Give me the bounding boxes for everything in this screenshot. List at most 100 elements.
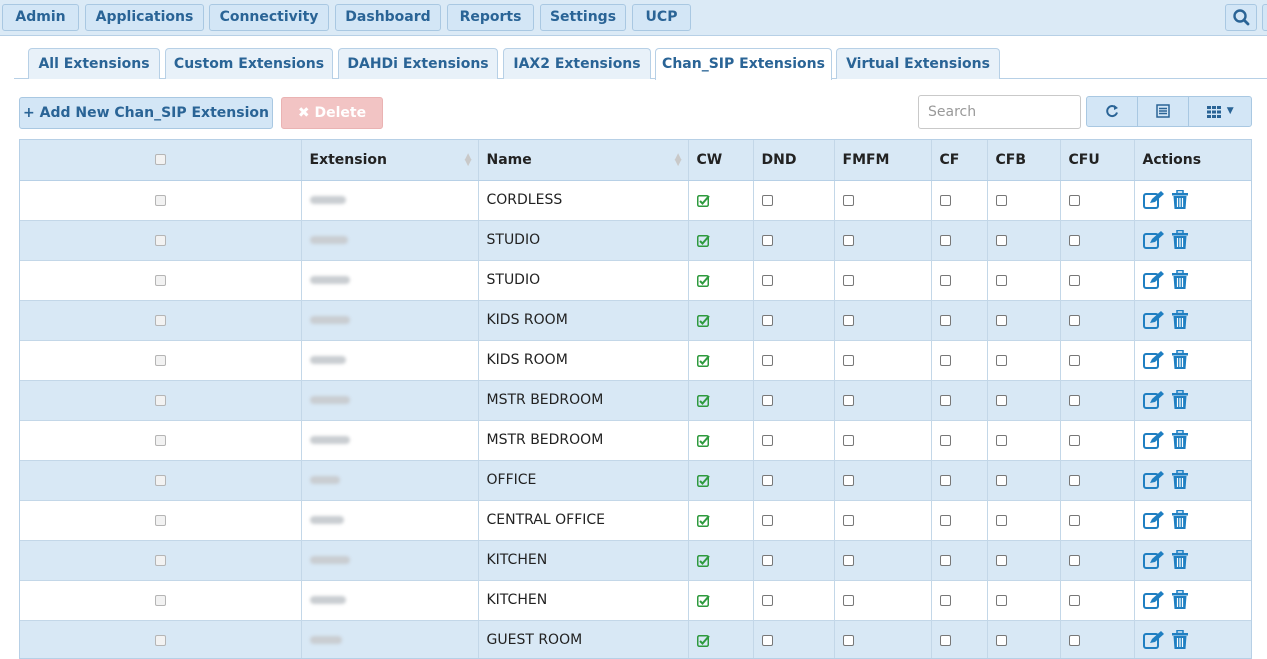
checked-checkbox-icon[interactable] bbox=[696, 514, 710, 527]
row-select-checkbox[interactable] bbox=[154, 394, 166, 406]
nav-ucp[interactable]: UCP bbox=[632, 4, 691, 31]
edit-icon[interactable] bbox=[1142, 230, 1165, 250]
cfu-checkbox[interactable] bbox=[1068, 434, 1080, 446]
dnd-checkbox[interactable] bbox=[761, 234, 773, 246]
dnd-checkbox[interactable] bbox=[761, 354, 773, 366]
trash-icon[interactable] bbox=[1171, 630, 1189, 650]
trash-icon[interactable] bbox=[1171, 190, 1189, 210]
dnd-checkbox[interactable] bbox=[761, 274, 773, 286]
cfu-checkbox[interactable] bbox=[1068, 354, 1080, 366]
cfb-checkbox[interactable] bbox=[995, 554, 1007, 566]
cfb-checkbox[interactable] bbox=[995, 194, 1007, 206]
cf-checkbox[interactable] bbox=[939, 194, 951, 206]
fmfm-checkbox[interactable] bbox=[842, 434, 854, 446]
row-select-checkbox[interactable] bbox=[154, 234, 166, 246]
dnd-checkbox[interactable] bbox=[761, 314, 773, 326]
edit-icon[interactable] bbox=[1142, 550, 1165, 570]
tab-custom-extensions[interactable]: Custom Extensions bbox=[165, 48, 333, 79]
fmfm-checkbox[interactable] bbox=[842, 474, 854, 486]
add-extension-button[interactable]: + Add New Chan_SIP Extension bbox=[19, 97, 273, 129]
cf-checkbox[interactable] bbox=[939, 394, 951, 406]
cf-checkbox[interactable] bbox=[939, 234, 951, 246]
trash-icon[interactable] bbox=[1171, 470, 1189, 490]
dnd-checkbox[interactable] bbox=[761, 474, 773, 486]
edit-icon[interactable] bbox=[1142, 430, 1165, 450]
checked-checkbox-icon[interactable] bbox=[696, 594, 710, 607]
edit-icon[interactable] bbox=[1142, 630, 1165, 650]
cfb-checkbox[interactable] bbox=[995, 434, 1007, 446]
edit-icon[interactable] bbox=[1142, 390, 1165, 410]
dnd-checkbox[interactable] bbox=[761, 514, 773, 526]
edit-icon[interactable] bbox=[1142, 190, 1165, 210]
row-select-checkbox[interactable] bbox=[154, 434, 166, 446]
trash-icon[interactable] bbox=[1171, 350, 1189, 370]
nav-admin[interactable]: Admin bbox=[2, 4, 79, 31]
fmfm-checkbox[interactable] bbox=[842, 234, 854, 246]
fmfm-checkbox[interactable] bbox=[842, 274, 854, 286]
cfb-checkbox[interactable] bbox=[995, 634, 1007, 646]
cf-checkbox[interactable] bbox=[939, 594, 951, 606]
fmfm-checkbox[interactable] bbox=[842, 594, 854, 606]
edit-icon[interactable] bbox=[1142, 470, 1165, 490]
cfu-checkbox[interactable] bbox=[1068, 314, 1080, 326]
cfu-checkbox[interactable] bbox=[1068, 394, 1080, 406]
cf-checkbox[interactable] bbox=[939, 634, 951, 646]
row-select-checkbox[interactable] bbox=[154, 554, 166, 566]
row-select-checkbox[interactable] bbox=[154, 514, 166, 526]
nav-connectivity[interactable]: Connectivity bbox=[209, 4, 329, 31]
fmfm-checkbox[interactable] bbox=[842, 314, 854, 326]
edit-icon[interactable] bbox=[1142, 350, 1165, 370]
dnd-checkbox[interactable] bbox=[761, 554, 773, 566]
checked-checkbox-icon[interactable] bbox=[696, 194, 710, 207]
cf-checkbox[interactable] bbox=[939, 514, 951, 526]
edit-icon[interactable] bbox=[1142, 510, 1165, 530]
row-select-checkbox[interactable] bbox=[154, 194, 166, 206]
cfu-checkbox[interactable] bbox=[1068, 234, 1080, 246]
cfu-checkbox[interactable] bbox=[1068, 474, 1080, 486]
tab-all-extensions[interactable]: All Extensions bbox=[28, 48, 160, 79]
nav-reports[interactable]: Reports bbox=[447, 4, 534, 31]
delete-button[interactable]: ✖ Delete bbox=[281, 97, 383, 129]
search-input[interactable] bbox=[918, 95, 1081, 129]
dnd-checkbox[interactable] bbox=[761, 194, 773, 206]
nav-dashboard[interactable]: Dashboard bbox=[335, 4, 441, 31]
cfb-checkbox[interactable] bbox=[995, 514, 1007, 526]
trash-icon[interactable] bbox=[1171, 430, 1189, 450]
cf-checkbox[interactable] bbox=[939, 314, 951, 326]
checked-checkbox-icon[interactable] bbox=[696, 554, 710, 567]
cf-checkbox[interactable] bbox=[939, 274, 951, 286]
checked-checkbox-icon[interactable] bbox=[696, 434, 710, 447]
cfu-checkbox[interactable] bbox=[1068, 274, 1080, 286]
trash-icon[interactable] bbox=[1171, 550, 1189, 570]
checked-checkbox-icon[interactable] bbox=[696, 474, 710, 487]
checked-checkbox-icon[interactable] bbox=[696, 234, 710, 247]
checked-checkbox-icon[interactable] bbox=[696, 354, 710, 367]
nav-applications[interactable]: Applications bbox=[85, 4, 204, 31]
cfb-checkbox[interactable] bbox=[995, 314, 1007, 326]
dnd-checkbox[interactable] bbox=[761, 434, 773, 446]
fmfm-checkbox[interactable] bbox=[842, 354, 854, 366]
tab-iax2-extensions[interactable]: IAX2 Extensions bbox=[503, 48, 651, 79]
checked-checkbox-icon[interactable] bbox=[696, 394, 710, 407]
fmfm-checkbox[interactable] bbox=[842, 394, 854, 406]
checked-checkbox-icon[interactable] bbox=[696, 314, 710, 327]
tab-virtual-extensions[interactable]: Virtual Extensions bbox=[836, 48, 1000, 79]
cfb-checkbox[interactable] bbox=[995, 354, 1007, 366]
trash-icon[interactable] bbox=[1171, 310, 1189, 330]
cf-checkbox[interactable] bbox=[939, 354, 951, 366]
tab-dahdi-extensions[interactable]: DAHDi Extensions bbox=[338, 48, 498, 79]
tab-chan-sip-extensions[interactable]: Chan_SIP Extensions bbox=[655, 48, 832, 80]
trash-icon[interactable] bbox=[1171, 230, 1189, 250]
edit-icon[interactable] bbox=[1142, 270, 1165, 290]
nav-settings[interactable]: Settings bbox=[540, 4, 626, 31]
nav-search-button[interactable] bbox=[1225, 4, 1257, 31]
dnd-checkbox[interactable] bbox=[761, 394, 773, 406]
row-select-checkbox[interactable] bbox=[154, 314, 166, 326]
columns-button[interactable]: ▼ bbox=[1188, 96, 1252, 127]
cf-checkbox[interactable] bbox=[939, 434, 951, 446]
toggle-view-button[interactable] bbox=[1137, 96, 1189, 127]
select-all-checkbox[interactable] bbox=[154, 154, 166, 166]
checked-checkbox-icon[interactable] bbox=[696, 274, 710, 287]
cfb-checkbox[interactable] bbox=[995, 234, 1007, 246]
cfu-checkbox[interactable] bbox=[1068, 634, 1080, 646]
